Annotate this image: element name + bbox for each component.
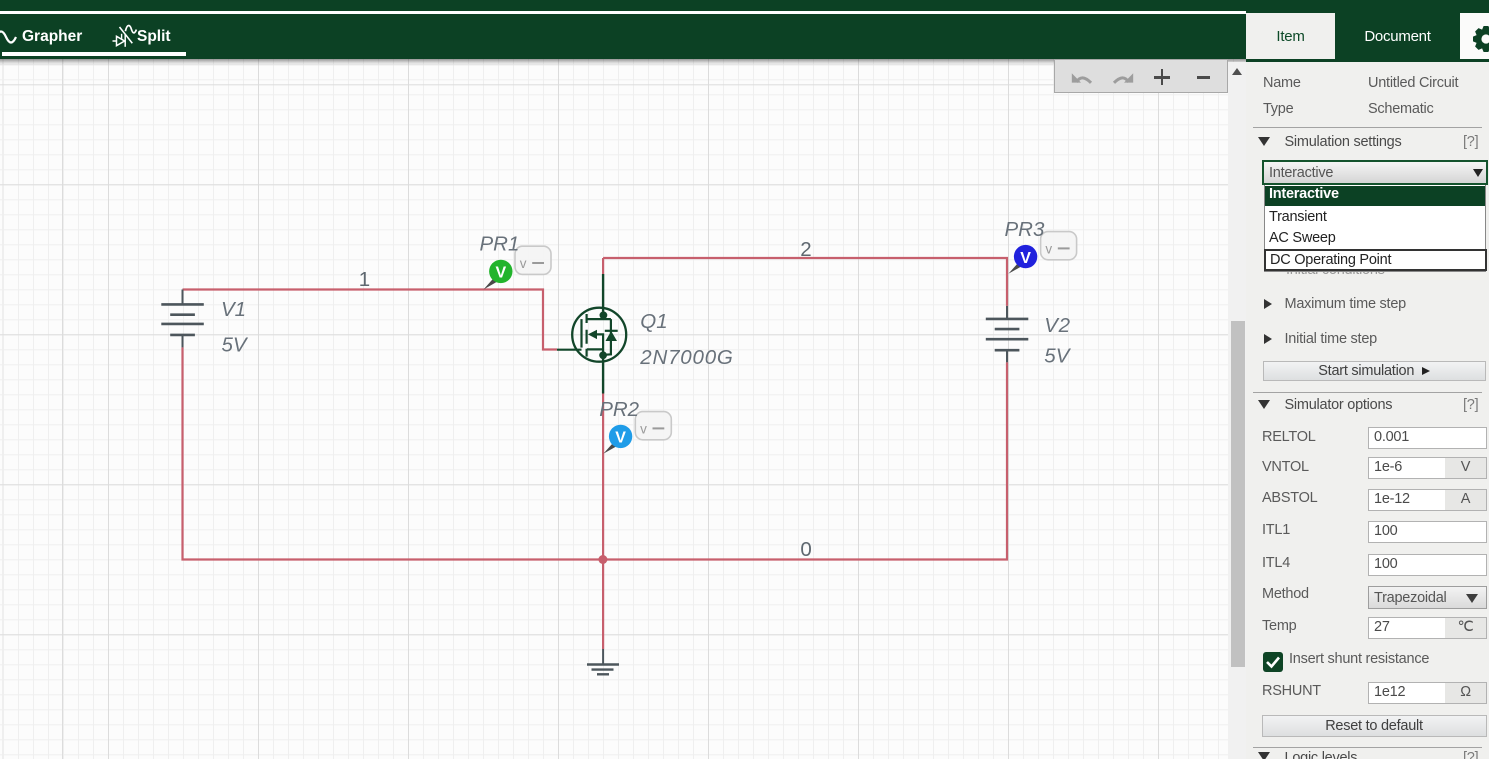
svg-text:v: v [520, 256, 527, 271]
svg-text:PR3: PR3 [1005, 218, 1045, 241]
svg-text:V2: V2 [1044, 314, 1070, 337]
svg-text:V1: V1 [221, 298, 246, 321]
svg-text:V: V [1020, 250, 1031, 267]
svg-text:5V: 5V [1044, 344, 1071, 367]
svg-text:0: 0 [800, 538, 811, 561]
svg-text:2: 2 [800, 238, 811, 261]
svg-text:Q1: Q1 [640, 310, 667, 333]
svg-text:v: v [1045, 241, 1052, 256]
svg-text:PR2: PR2 [599, 398, 639, 421]
svg-text:1: 1 [359, 268, 370, 291]
svg-text:5V: 5V [222, 334, 249, 357]
svg-text:V: V [495, 265, 506, 282]
svg-text:2N7000G: 2N7000G [639, 346, 733, 369]
svg-text:PR1: PR1 [480, 233, 520, 256]
svg-text:V: V [615, 430, 626, 447]
svg-text:v: v [640, 421, 647, 436]
